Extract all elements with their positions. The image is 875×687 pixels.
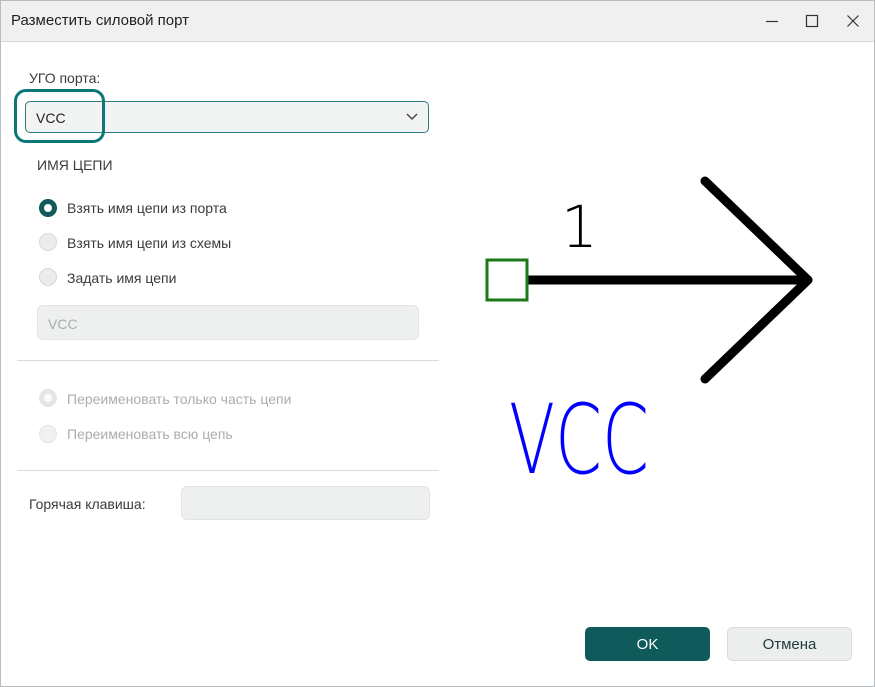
radio-set-net-name[interactable] [39,268,57,286]
ok-button[interactable]: OK [585,627,710,661]
radio-net-from-schematic[interactable] [39,233,57,251]
close-icon [847,15,859,27]
radio-rename-part[interactable] [39,389,57,407]
radio-net-from-port[interactable] [39,199,57,217]
hotkey-field[interactable] [181,486,430,520]
maximize-icon [805,14,819,28]
port-symbol-label: УГО порта: [29,70,101,86]
pin-connection-point [485,258,529,302]
radio-net-from-schematic-label[interactable]: Взять имя цепи из схемы [67,235,231,251]
port-symbol-preview: 1 VCC [485,176,813,491]
net-name-field-value: VCC [48,316,78,332]
pin-number-text: 1 [561,193,598,261]
minimize-button[interactable] [754,5,790,37]
port-symbol-value: VCC [36,110,66,126]
radio-net-from-port-label[interactable]: Взять имя цепи из порта [67,200,227,216]
close-button[interactable] [835,5,871,37]
title-bar: Разместить силовой порт [1,1,874,42]
port-symbol-dropdown[interactable]: VCC [25,101,429,133]
divider [17,360,439,361]
net-name-field[interactable]: VCC [37,305,419,340]
divider [17,470,439,471]
chevron-down-icon [406,113,418,120]
window-title: Разместить силовой порт [11,12,189,29]
maximize-button[interactable] [794,5,830,37]
place-power-port-dialog: Разместить силовой порт УГО порта: VCC И… [0,0,875,687]
radio-rename-part-label[interactable]: Переименовать только часть цепи [67,391,291,407]
hotkey-label: Горячая клавиша: [29,496,146,512]
radio-set-net-name-label[interactable]: Задать имя цепи [67,270,176,286]
minimize-icon [766,20,778,23]
net-label-text: VCC [509,384,649,491]
net-name-heading: ИМЯ ЦЕПИ [37,157,113,173]
radio-rename-whole[interactable] [39,425,57,443]
cancel-button[interactable]: Отмена [727,627,852,661]
radio-rename-whole-label[interactable]: Переименовать всю цепь [67,426,233,442]
